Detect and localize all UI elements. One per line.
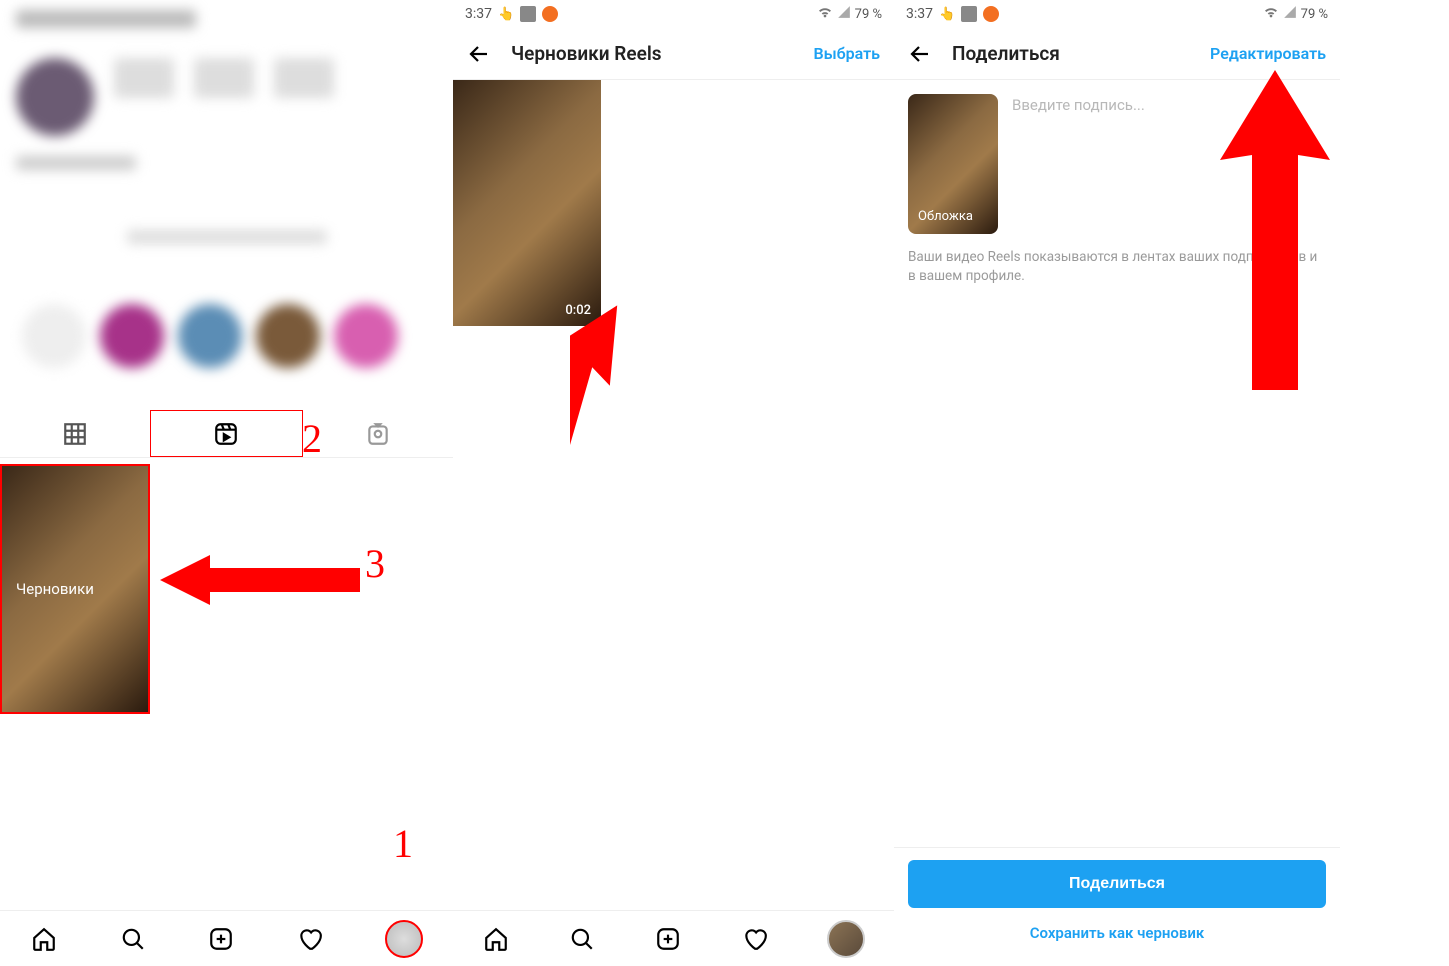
drafts-title: Черновики Reels xyxy=(511,42,813,65)
share-header: Поделиться Редактировать xyxy=(894,28,1340,80)
drafts-header: Черновики Reels Выбрать xyxy=(453,28,894,80)
bottom-nav xyxy=(0,910,453,966)
draft-thumbnail[interactable]: 0:02 xyxy=(453,80,601,326)
nav-add[interactable] xyxy=(654,925,682,953)
caption-input[interactable]: Введите подпись... xyxy=(1012,94,1326,234)
profile-tabs xyxy=(0,410,453,458)
profile-header-blurred xyxy=(0,0,453,410)
image-icon xyxy=(520,6,536,22)
wifi-icon xyxy=(817,4,833,24)
nav-search[interactable] xyxy=(568,925,596,953)
signal-icon xyxy=(1283,5,1297,23)
edit-button[interactable]: Редактировать xyxy=(1210,44,1326,63)
panel-share: 3:37 79 % Поделиться Редактировать Облож… xyxy=(894,0,1340,966)
wifi-icon xyxy=(1263,4,1279,24)
save-as-draft-link[interactable]: Сохранить как черновик xyxy=(908,924,1326,942)
drafts-tile-label: Черновики xyxy=(16,580,94,598)
nav-profile[interactable] xyxy=(827,920,865,958)
nav-activity[interactable] xyxy=(296,925,324,953)
back-button[interactable] xyxy=(908,42,932,66)
panel-drafts: 3:37 79 % Черновики Reels Выбрать 0:02 xyxy=(453,0,894,966)
status-battery: 79 % xyxy=(855,7,882,22)
status-bar: 3:37 79 % xyxy=(453,0,894,28)
select-button[interactable]: Выбрать xyxy=(813,44,880,63)
cover-thumbnail[interactable]: Обложка xyxy=(908,94,998,234)
draft-duration: 0:02 xyxy=(565,303,591,318)
panel-profile: Черновики xyxy=(0,0,453,966)
nav-home[interactable] xyxy=(482,925,510,953)
nav-home[interactable] xyxy=(30,925,58,953)
nav-activity[interactable] xyxy=(741,925,769,953)
image-icon xyxy=(961,6,977,22)
nav-profile[interactable] xyxy=(385,920,423,958)
bottom-nav xyxy=(453,910,894,966)
share-hint-text: Ваши видео Reels показываются в лентах в… xyxy=(908,248,1326,286)
status-battery: 79 % xyxy=(1301,7,1328,22)
tab-tagged[interactable] xyxy=(303,410,453,457)
status-time: 3:37 xyxy=(465,6,492,22)
nav-search[interactable] xyxy=(119,925,147,953)
share-title: Поделиться xyxy=(952,42,1210,65)
nav-add[interactable] xyxy=(207,925,235,953)
signal-icon xyxy=(837,5,851,23)
status-bar: 3:37 79 % xyxy=(894,0,1340,28)
share-footer: Поделиться Сохранить как черновик xyxy=(894,847,1340,966)
app-icon xyxy=(542,6,558,22)
cover-label: Обложка xyxy=(918,209,973,224)
drafts-tile[interactable]: Черновики xyxy=(0,464,150,714)
touch-icon xyxy=(939,6,955,22)
tab-grid[interactable] xyxy=(0,410,150,457)
status-time: 3:37 xyxy=(906,6,933,22)
tab-reels[interactable] xyxy=(150,410,302,457)
app-icon xyxy=(983,6,999,22)
share-button[interactable]: Поделиться xyxy=(908,860,1326,908)
back-button[interactable] xyxy=(467,42,491,66)
touch-icon xyxy=(498,6,514,22)
